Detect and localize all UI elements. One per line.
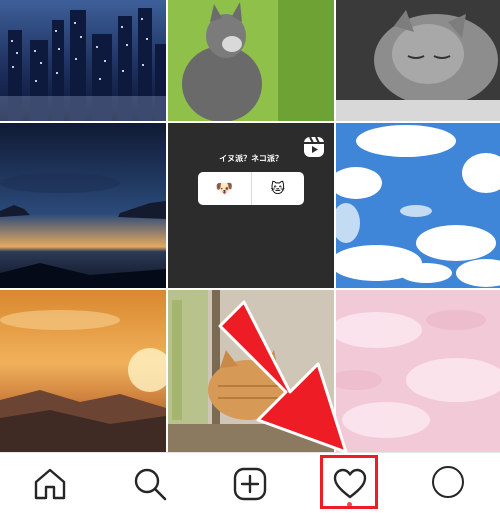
poll-option-cat: 🐱 <box>250 172 305 205</box>
post-orange-sunset[interactable] <box>0 290 166 452</box>
orange-sunset-image <box>0 290 166 452</box>
sleeping-cat-image <box>336 0 500 121</box>
plus-square-icon <box>233 467 267 501</box>
post-poll-reel[interactable]: イヌ派？ネコ派？ 🐶 🐱 <box>168 123 334 288</box>
post-blue-sky-clouds[interactable] <box>336 123 500 288</box>
nav-search-button[interactable] <box>100 453 200 513</box>
nav-profile-button[interactable] <box>400 453 500 513</box>
cat-hiding-image <box>168 290 334 452</box>
post-grid: イヌ派？ネコ派？ 🐶 🐱 <box>0 0 500 452</box>
post-city-night[interactable] <box>0 0 166 121</box>
bottom-navigation <box>0 452 500 513</box>
sunset-lake-image <box>0 123 166 288</box>
nav-create-button[interactable] <box>200 453 300 513</box>
nav-home-button[interactable] <box>0 453 100 513</box>
poll-sticker: 🐶 🐱 <box>198 172 304 205</box>
post-cat-hiding[interactable] <box>168 290 334 452</box>
post-sunset-lake[interactable] <box>0 123 166 288</box>
home-icon <box>34 468 66 500</box>
kitten-looking-up-image <box>168 0 334 121</box>
blue-sky-clouds-image <box>336 123 500 288</box>
post-kitten-looking-up[interactable] <box>168 0 334 121</box>
city-night-image <box>0 0 166 121</box>
avatar <box>432 466 464 498</box>
highlight-box <box>320 455 378 509</box>
poll-question: イヌ派？ネコ派？ <box>219 154 283 163</box>
post-cat-sleeping[interactable] <box>336 0 500 121</box>
pink-clouds-image <box>336 290 500 452</box>
poll-option-dog: 🐶 <box>215 180 233 196</box>
post-pink-clouds[interactable] <box>336 290 500 452</box>
search-icon <box>134 468 167 501</box>
